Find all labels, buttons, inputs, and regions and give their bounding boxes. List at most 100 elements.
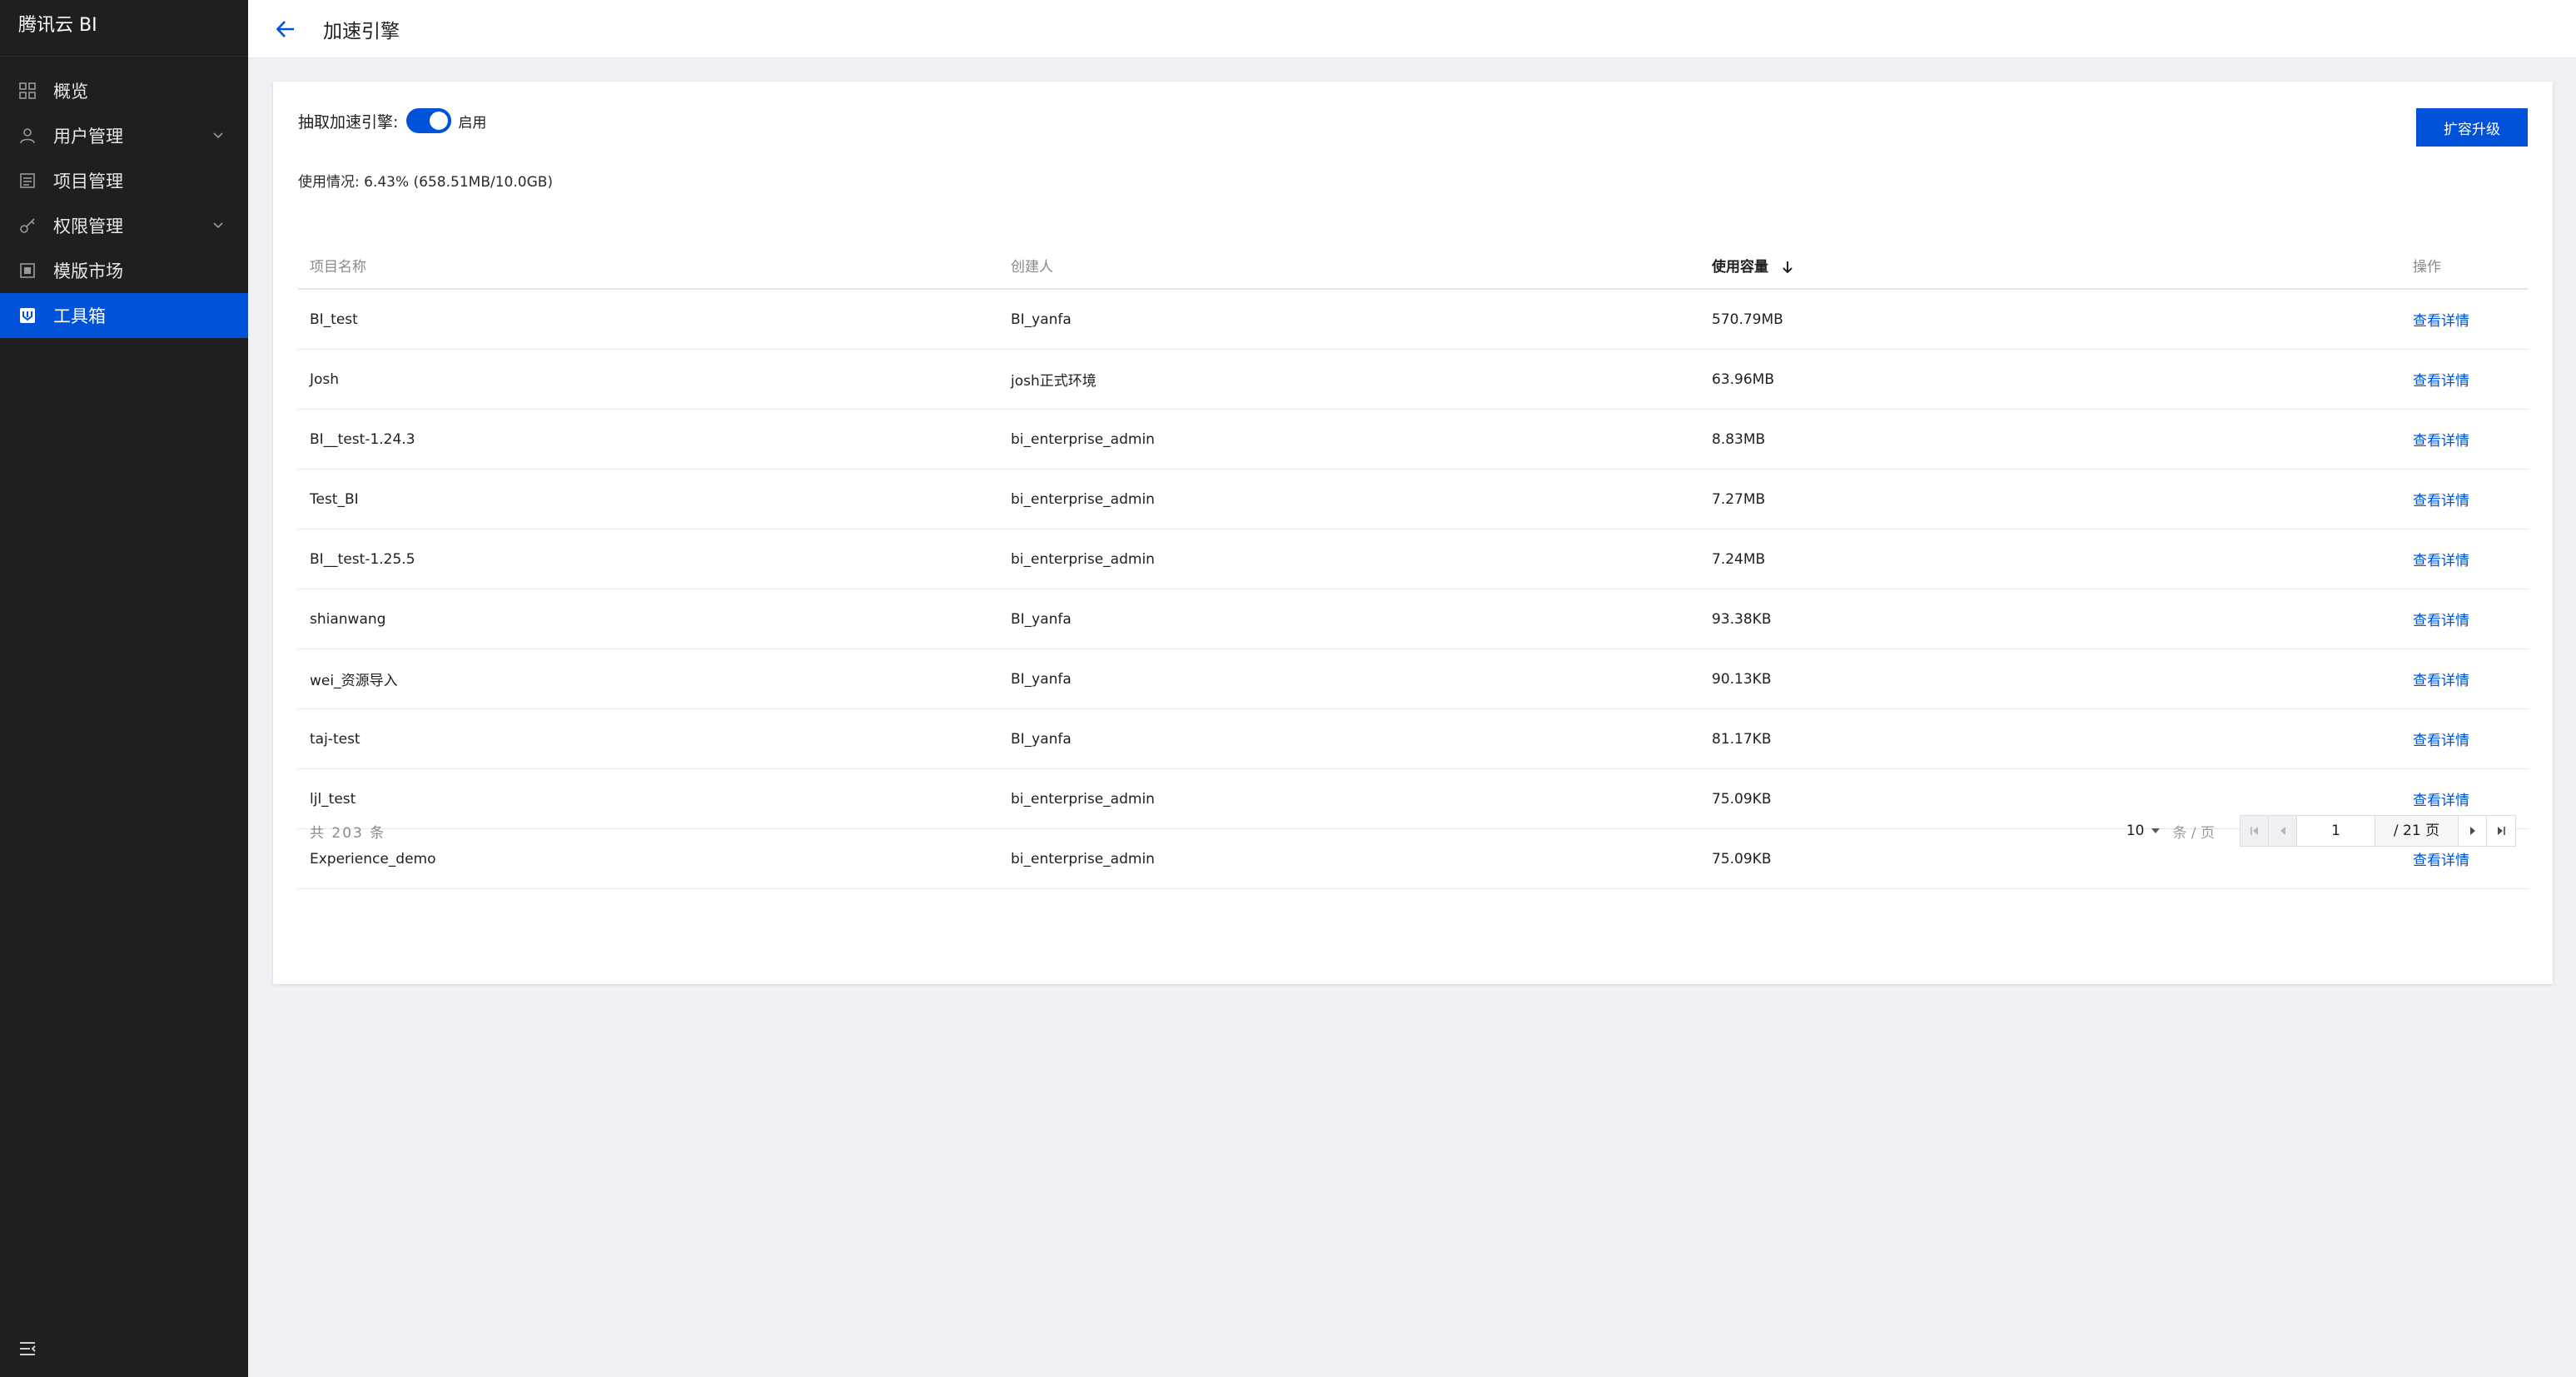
prev-page-icon: [2280, 827, 2285, 835]
caret-down-icon: [2151, 828, 2161, 833]
last-page-button[interactable]: [2487, 816, 2515, 846]
table-row: Test_BI bi_enterprise_admin 7.27MB 查看详情: [298, 470, 2528, 529]
usage-cell: 63.96MB: [1712, 370, 1774, 388]
sidebar-item-label: 项目管理: [53, 172, 123, 191]
engine-label: 抽取加速引擎:: [298, 112, 399, 132]
view-details-link[interactable]: 查看详情: [2401, 728, 2528, 749]
usage-cell: 75.09KB: [1712, 850, 1772, 867]
project-name-cell: ljl_test: [310, 790, 356, 808]
back-button[interactable]: [271, 15, 300, 43]
pagination: 共 203 条 10 条 / 页 / 21 页: [298, 809, 2528, 853]
first-page-button[interactable]: [2240, 816, 2269, 846]
sidebar-item-template-market[interactable]: 模版市场: [0, 248, 248, 293]
last-page-icon: [2498, 827, 2505, 835]
view-details-link[interactable]: 查看详情: [2401, 609, 2528, 629]
project-icon: [18, 172, 37, 190]
table-body: BI_test BI_yanfa 570.79MB 查看详情 Josh josh正式环境 6…: [298, 290, 2528, 889]
usage-cell: 7.24MB: [1712, 550, 1766, 568]
user-icon: [18, 127, 37, 145]
project-name-cell: taj-test: [310, 730, 361, 748]
brand-title[interactable]: 腾讯云 BI: [0, 0, 248, 57]
sidebar: 腾讯云 BI 概览 用户管理 项目管理 权限管理 模版市场 工具箱: [0, 0, 248, 1377]
view-details-link[interactable]: 查看详情: [2401, 429, 2528, 450]
column-header-name: 项目名称: [310, 258, 366, 276]
project-name-cell: shianwang: [310, 610, 386, 628]
table-row: shianwang BI_yanfa 93.38KB 查看详情: [298, 589, 2528, 649]
creator-cell: bi_enterprise_admin: [1011, 550, 1155, 568]
sidebar-item-label: 工具箱: [53, 306, 106, 326]
table-row: Josh josh正式环境 63.96MB 查看详情: [298, 350, 2528, 410]
page-size-value: 10: [2126, 823, 2145, 839]
project-name-cell: Josh: [310, 370, 340, 388]
toolbox-icon: [18, 306, 37, 325]
creator-cell: BI_yanfa: [1011, 730, 1072, 748]
arrow-left-icon: [276, 20, 294, 37]
collapse-menu-icon[interactable]: [18, 1339, 38, 1359]
column-header-usage-label: 使用容量: [1712, 258, 1768, 276]
chevron-down-icon: [213, 222, 223, 229]
page-number-input[interactable]: [2297, 816, 2375, 846]
page-size-select[interactable]: 10: [2126, 823, 2173, 839]
sidebar-item-toolbox[interactable]: 工具箱: [0, 293, 248, 338]
project-name-cell: BI_test: [310, 311, 358, 328]
usage-cell: 81.17KB: [1712, 730, 1772, 748]
creator-cell: bi_enterprise_admin: [1011, 430, 1155, 448]
total-pages: / 21 页: [2375, 816, 2459, 846]
column-header-usage[interactable]: 使用容量: [1700, 255, 2401, 276]
view-details-link[interactable]: 查看详情: [2401, 549, 2528, 569]
sidebar-item-overview[interactable]: 概览: [0, 68, 248, 113]
sidebar-item-permission-management[interactable]: 权限管理: [0, 203, 248, 248]
usage-cell: 7.27MB: [1712, 490, 1766, 508]
project-name-cell: BI__test-1.25.5: [310, 550, 415, 568]
project-name-cell: Test_BI: [310, 490, 359, 508]
first-page-icon: [2250, 827, 2258, 835]
view-details-link[interactable]: 查看详情: [2401, 489, 2528, 510]
template-icon: [18, 261, 37, 280]
next-page-icon: [2469, 827, 2475, 835]
project-name-cell: wei_资源导入: [310, 673, 398, 689]
engine-toggle-row: 抽取加速引擎: 启用: [298, 108, 486, 133]
creator-cell: BI_yanfa: [1011, 311, 1072, 328]
column-header-creator: 创建人: [1011, 258, 1053, 276]
dashboard-icon: [18, 82, 37, 100]
usage-cell: 75.09KB: [1712, 790, 1772, 808]
usage-info: 使用情况: 6.43% (658.51MB/10.0GB): [298, 174, 554, 191]
sidebar-nav: 概览 用户管理 项目管理 权限管理 模版市场 工具箱: [0, 68, 248, 338]
view-details-link[interactable]: 查看详情: [2401, 669, 2528, 689]
chevron-down-icon: [213, 132, 223, 139]
total-count: 共 203 条: [310, 824, 386, 842]
sidebar-item-label: 权限管理: [53, 216, 123, 236]
table-row: BI__test-1.24.3 bi_enterprise_admin 8.83MB…: [298, 410, 2528, 470]
engine-toggle[interactable]: [406, 108, 452, 133]
upgrade-button[interactable]: 扩容升级: [2416, 108, 2528, 147]
sidebar-item-project-management[interactable]: 项目管理: [0, 158, 248, 203]
creator-cell: BI_yanfa: [1011, 610, 1072, 628]
table-row: taj-test BI_yanfa 81.17KB 查看详情: [298, 709, 2528, 769]
next-page-button[interactable]: [2459, 816, 2487, 846]
view-details-link[interactable]: 查看详情: [2401, 369, 2528, 390]
creator-cell: josh正式环境: [1011, 373, 1097, 390]
usage-cell: 93.38KB: [1712, 610, 1772, 628]
prev-page-button[interactable]: [2269, 816, 2297, 846]
table-header: 项目名称 创建人 使用容量 操作: [298, 241, 2528, 290]
project-usage-table: 项目名称 创建人 使用容量 操作 BI_test BI_yanfa 570.79MB…: [298, 241, 2528, 889]
creator-cell: bi_enterprise_admin: [1011, 850, 1155, 867]
table-row: wei_资源导入 BI_yanfa 90.13KB 查看详情: [298, 649, 2528, 709]
sidebar-item-label: 模版市场: [53, 261, 123, 281]
page-title: 加速引擎: [323, 20, 400, 42]
sidebar-item-label: 用户管理: [53, 127, 123, 147]
usage-cell: 8.83MB: [1712, 430, 1766, 448]
creator-cell: BI_yanfa: [1011, 670, 1072, 688]
toggle-status-label: 启用: [458, 114, 487, 132]
key-icon: [18, 216, 37, 235]
usage-cell: 90.13KB: [1712, 670, 1772, 688]
sort-desc-icon[interactable]: [1782, 261, 1793, 274]
usage-cell: 570.79MB: [1712, 311, 1783, 328]
table-row: BI_test BI_yanfa 570.79MB 查看详情: [298, 290, 2528, 350]
project-name-cell: Experience_demo: [310, 850, 436, 867]
view-details-link[interactable]: 查看详情: [2401, 309, 2528, 330]
page-header: 加速引擎: [248, 0, 2576, 58]
per-page-label: 条 / 页: [2172, 824, 2215, 842]
sidebar-item-user-management[interactable]: 用户管理: [0, 113, 248, 158]
view-details-link[interactable]: 查看详情: [2401, 788, 2528, 809]
